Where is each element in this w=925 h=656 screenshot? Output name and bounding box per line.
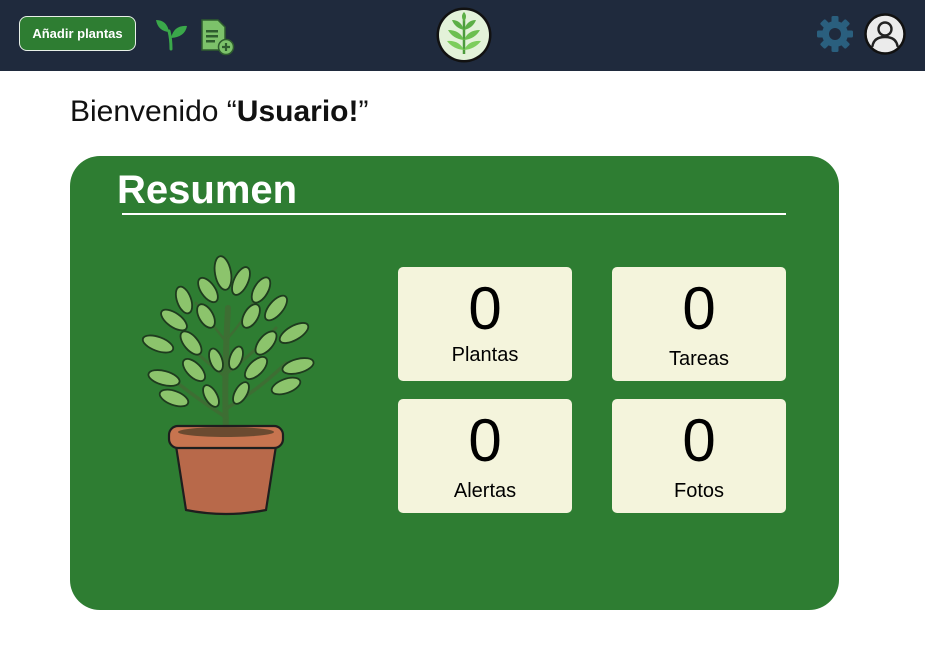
stat-label: Alertas xyxy=(453,480,517,502)
stat-value: 0 xyxy=(682,407,716,474)
stat-value: 0 xyxy=(468,407,502,474)
stat-label: Fotos xyxy=(673,480,725,502)
document-add-icon[interactable] xyxy=(199,18,235,56)
app-logo xyxy=(436,7,492,63)
user-avatar-icon[interactable] xyxy=(864,13,906,55)
stat-value: 0 xyxy=(682,275,716,342)
username: Usuario! xyxy=(236,95,359,128)
welcome-prefix: Bienvenido “ xyxy=(70,95,237,128)
stat-card-tareas[interactable]: 0 Tareas xyxy=(612,267,786,381)
stat-label: Tareas xyxy=(668,348,730,370)
sprout-icon[interactable] xyxy=(154,17,188,51)
welcome-heading: Bienvenido “Usuario!” xyxy=(70,95,368,129)
stat-label: Plantas xyxy=(451,344,519,366)
stat-value: 0 xyxy=(468,275,502,342)
welcome-suffix: ” xyxy=(358,95,369,128)
potted-plant-illustration xyxy=(141,255,315,516)
stat-card-fotos[interactable]: 0 Fotos xyxy=(612,399,786,513)
stat-card-plantas[interactable]: 0 Plantas xyxy=(398,267,572,381)
summary-divider xyxy=(122,213,786,215)
add-plants-button[interactable]: Añadir plantas xyxy=(19,16,136,51)
top-navbar: Añadir plantas xyxy=(0,0,925,71)
summary-title: Resumen xyxy=(117,168,298,212)
summary-panel: Resumen 0 Plantas 0 Tareas 0 Alertas 0 F… xyxy=(70,156,839,610)
gear-icon[interactable] xyxy=(815,14,855,54)
stat-card-alertas[interactable]: 0 Alertas xyxy=(398,399,572,513)
